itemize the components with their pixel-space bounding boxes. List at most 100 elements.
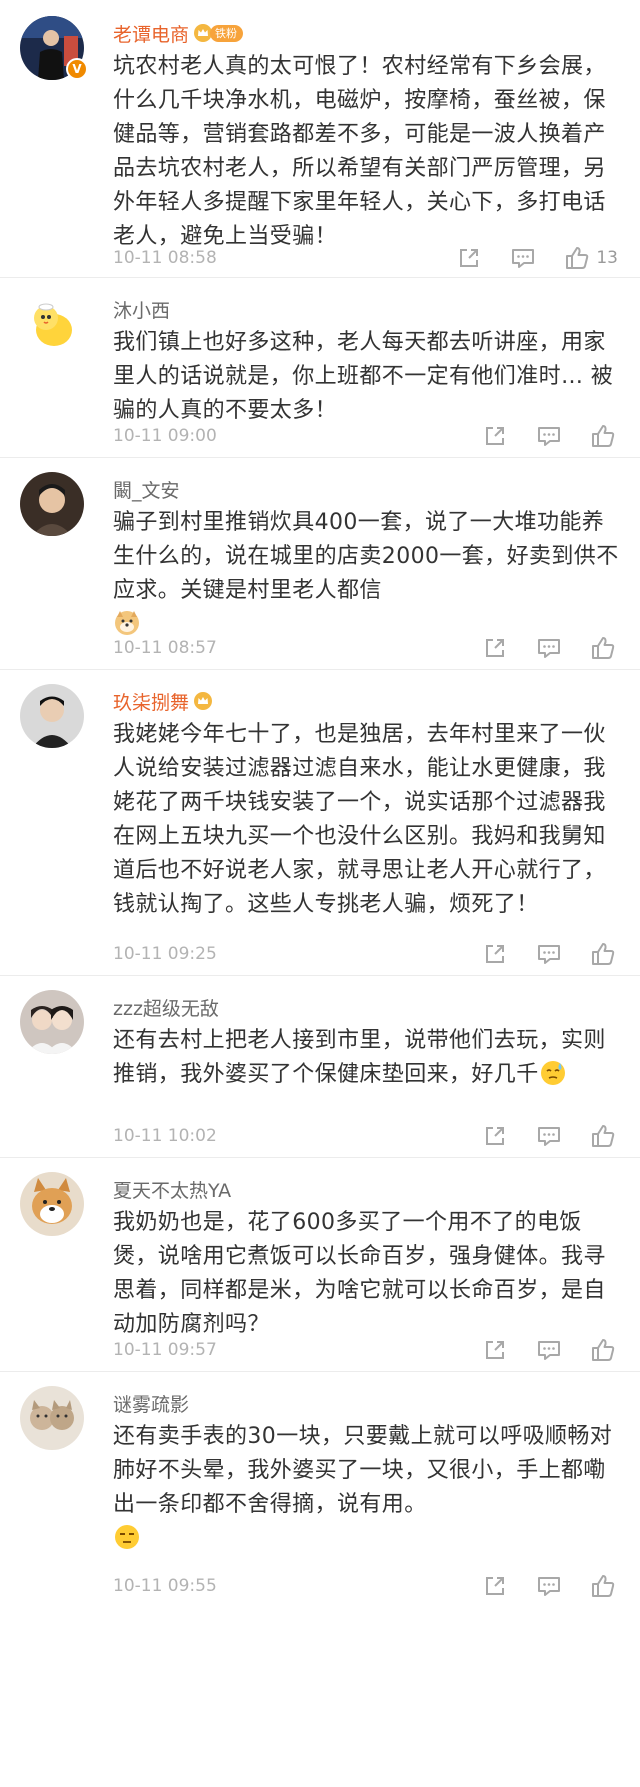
like-count: 13 [596, 248, 618, 268]
reply-button[interactable] [534, 1335, 564, 1365]
comment-text: 还有卖手表的30一块，只要戴上就可以呼吸顺畅对肺好不头晕，我外婆买了一块，又很小… [113, 1420, 625, 1556]
crown-icon [194, 692, 213, 710]
comment-text: 我们镇上也好多这种，老人每天都去听讲座，用家里人的话说就是，你上班都不一定有他们… [113, 330, 614, 423]
comment-text: 我姥姥今年七十了，也是独居，去年村里来了一伙人说给安装过滤器过滤自来水，能让水更… [113, 722, 606, 917]
share-button[interactable] [454, 243, 484, 273]
like-button[interactable] [562, 243, 592, 273]
avatar[interactable] [20, 990, 84, 1054]
comment-header: 老谭电商 铁粉 [113, 18, 244, 48]
comment-header: 闞_文安 [113, 474, 180, 504]
username[interactable]: zzz超级无敌 [113, 994, 219, 1021]
comment-icon [538, 427, 560, 446]
comment-item: 玖柒捌舞 我姥姥今年七十了，也是独居，去年村里来了一伙人说给安装过滤器过滤自来水… [0, 670, 640, 976]
like-button[interactable] [588, 421, 618, 451]
comment-feed: V 老谭电商 铁粉 坑农村老人真的太可恨了！农村经常有下乡会展，什么几千块净水机… [0, 0, 640, 1607]
unamused-emoji [113, 1523, 141, 1551]
share-button[interactable] [480, 1335, 510, 1365]
share-icon [486, 1577, 504, 1595]
comment-time: 10-11 09:25 [113, 944, 217, 964]
comment-time: 10-11 08:57 [113, 638, 217, 658]
comment-time: 10-11 09:57 [113, 1340, 217, 1360]
share-icon [486, 1127, 504, 1145]
comment-item: 谜雾疏影 还有卖手表的30一块，只要戴上就可以呼吸顺畅对肺好不头晕，我外婆买了一… [0, 1372, 640, 1607]
avatar[interactable] [20, 472, 84, 536]
thumbs-up-icon [592, 943, 615, 965]
avatar[interactable] [20, 684, 84, 748]
share-button[interactable] [480, 1121, 510, 1151]
share-button[interactable] [480, 421, 510, 451]
share-icon [486, 639, 504, 657]
thumbs-up-icon [592, 1125, 615, 1147]
comment-actions [456, 633, 618, 663]
thumbs-up-icon [592, 1575, 615, 1597]
like-button[interactable] [588, 1121, 618, 1151]
comment-item: 闞_文安 骗子到村里推销炊具400一套，说了一大堆功能养生什么的，说在城里的店卖… [0, 458, 640, 670]
avatar-two-girls [20, 990, 84, 1054]
comment-header: 谜雾疏影 [113, 1388, 189, 1418]
username[interactable]: 谜雾疏影 [113, 1390, 189, 1417]
comment-text-content: 还有卖手表的30一块，只要戴上就可以呼吸顺畅对肺好不头晕，我外婆买了一块，又很小… [113, 1424, 613, 1517]
comment-time: 10-11 10:02 [113, 1126, 217, 1146]
comment-text-content: 骗子到村里推销炊具400一套，说了一大堆功能养生什么的，说在城里的店卖2000一… [113, 510, 619, 603]
reply-button[interactable] [508, 243, 538, 273]
avatar-cats [20, 1386, 84, 1450]
reply-button[interactable] [534, 1571, 564, 1601]
comment-icon [512, 249, 535, 268]
username[interactable]: 夏天不太热YA [113, 1176, 231, 1203]
username[interactable]: 沐小西 [113, 296, 170, 323]
avatar[interactable] [20, 292, 84, 356]
share-button[interactable] [480, 939, 510, 969]
comment-text: 坑农村老人真的太可恨了！农村经常有下乡会展，什么几千块净水机，电磁炉，按摩椅，蚕… [113, 54, 606, 249]
comment-icon [538, 945, 560, 964]
username[interactable]: 老谭电商 [113, 20, 189, 47]
thumbs-up-icon [592, 425, 615, 447]
comment-actions [456, 421, 618, 451]
like-button[interactable] [588, 1335, 618, 1365]
avatar-shiba-dog [20, 1172, 84, 1236]
sweat-emoji [539, 1059, 567, 1087]
reply-button[interactable] [534, 633, 564, 663]
username[interactable]: 闞_文安 [113, 476, 180, 503]
comment-icon [538, 1577, 560, 1596]
comment-icon [538, 1341, 560, 1360]
comment-item: zzz超级无敌 还有去村上把老人接到市里，说带他们去玩，实则推销，我外婆买了个保… [0, 976, 640, 1158]
like-button[interactable] [588, 633, 618, 663]
reply-button[interactable] [534, 939, 564, 969]
share-button[interactable] [480, 633, 510, 663]
comment-actions [456, 1571, 618, 1601]
fan-badge: 铁粉 [193, 23, 244, 43]
avatar-cartoon-chick [20, 292, 84, 356]
reply-button[interactable] [534, 421, 564, 451]
reply-button[interactable] [534, 1121, 564, 1151]
comment-time: 10-11 09:00 [113, 426, 217, 446]
comment-icon [538, 639, 560, 658]
share-icon [486, 427, 504, 445]
comment-item: 夏天不太热YA 我奶奶也是，花了600多买了一个用不了的电饭煲，说啥用它煮饭可以… [0, 1158, 640, 1372]
doge-emoji [113, 609, 141, 637]
comment-header: 夏天不太热YA [113, 1174, 231, 1204]
thumbs-up-icon [592, 637, 615, 659]
share-icon [486, 945, 504, 963]
comment-item: 沐小西 我们镇上也好多这种，老人每天都去听讲座，用家里人的话说就是，你上班都不一… [0, 278, 640, 458]
comment-text: 还有去村上把老人接到市里，说带他们去玩，实则推销，我外婆买了个保健床垫回来，好几… [113, 1024, 625, 1092]
avatar-man-portrait [20, 684, 84, 748]
share-icon [486, 1341, 504, 1359]
avatar[interactable] [20, 1386, 84, 1450]
comment-actions: 13 [430, 243, 618, 273]
comment-time: 10-11 09:55 [113, 1576, 217, 1596]
share-icon [460, 249, 479, 267]
avatar-young-man [20, 472, 84, 536]
share-button[interactable] [480, 1571, 510, 1601]
like-button[interactable] [588, 939, 618, 969]
avatar[interactable] [20, 1172, 84, 1236]
comment-actions [456, 1335, 618, 1365]
like-button[interactable] [588, 1571, 618, 1601]
comment-actions [456, 939, 618, 969]
comment-item: V 老谭电商 铁粉 坑农村老人真的太可恨了！农村经常有下乡会展，什么几千块净水机… [0, 0, 640, 278]
fan-badge [193, 691, 213, 711]
thumbs-up-icon [592, 1339, 615, 1361]
comment-header: 玖柒捌舞 [113, 686, 213, 716]
verified-badge-icon: V [66, 58, 88, 80]
comment-text-content: 还有去村上把老人接到市里，说带他们去玩，实则推销，我外婆买了个保健床垫回来，好几… [113, 1028, 606, 1087]
username[interactable]: 玖柒捌舞 [113, 688, 189, 715]
